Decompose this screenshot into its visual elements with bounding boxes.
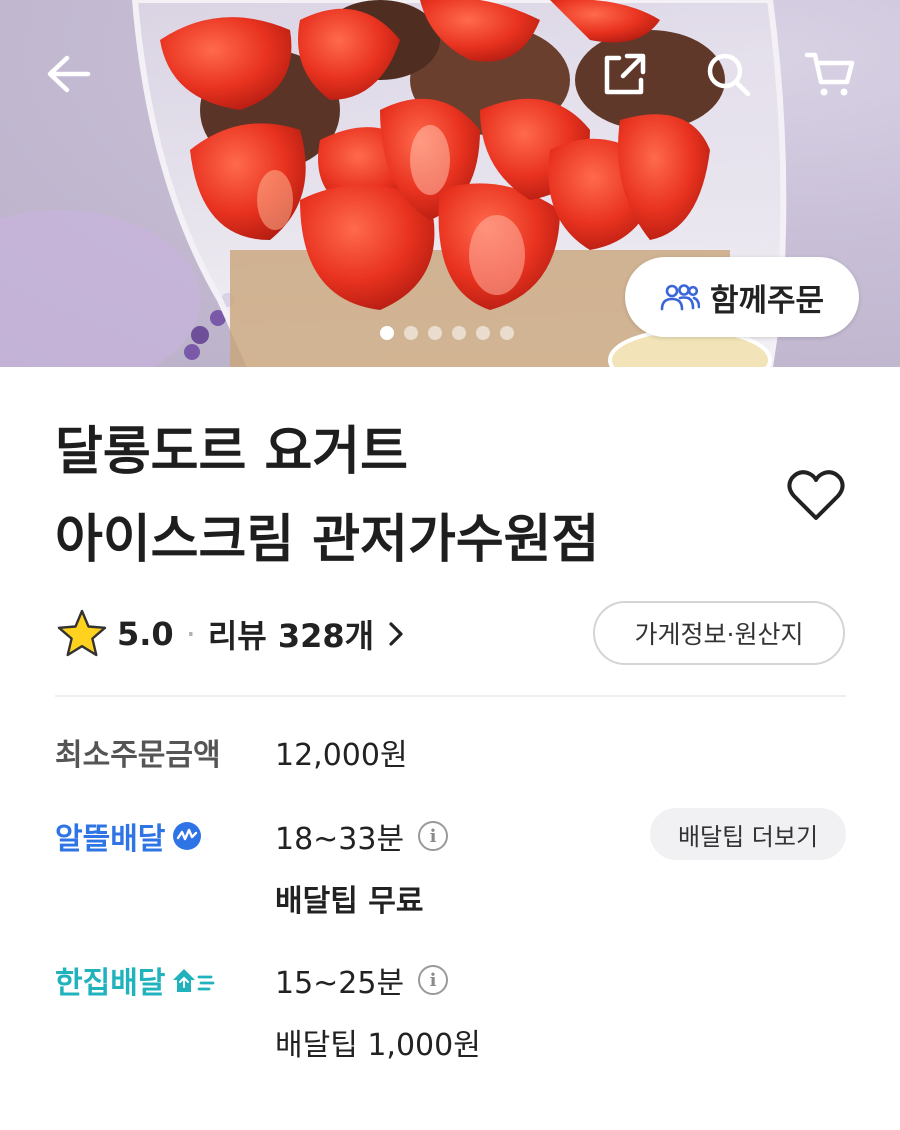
saver-delivery-time-text: 18~33분 [275,822,405,857]
rating-review-link[interactable]: 5.0 · 리뷰 328개 [55,604,404,664]
review-count: 리뷰 328개 [207,617,375,655]
hero-image-carousel[interactable]: 함께주문 [0,0,900,367]
carousel-dot [476,326,490,340]
delivery-tip-more-button[interactable]: 배달팁 더보기 [650,808,846,860]
carousel-dot [380,326,394,340]
single-delivery-tip-text: 배달팁 1,000원 [275,1028,481,1063]
together-order-label: 함께주문 [709,282,825,319]
saver-delivery-tip-text: 배달팁 무료 [275,884,424,919]
min-order-label-text: 최소주문금액 [55,738,221,773]
back-arrow-icon [47,55,91,93]
saver-delivery-label: 알뜰배달 [55,814,203,858]
single-delivery-house-icon [173,969,215,992]
group-people-icon [660,284,700,311]
back-button[interactable] [38,44,98,104]
saver-delivery-time: 18~33분 i [275,814,449,858]
chevron-right-icon [389,622,403,646]
carousel-dot [452,326,466,340]
share-button[interactable] [594,44,654,104]
store-name-line1: 달롱도르 요거트 [55,422,408,482]
search-button[interactable] [698,44,758,104]
min-order-label: 최소주문금액 [55,730,221,774]
cart-icon [804,52,855,96]
info-icon[interactable]: i [418,965,449,995]
min-order-value: 12,000원 [275,730,408,774]
star-icon [57,609,107,657]
together-order-button[interactable]: 함께주문 [625,257,859,337]
divider [55,695,846,697]
search-icon [707,53,751,97]
store-info-origin-button[interactable]: 가게정보·원산지 [593,601,845,665]
saver-delivery-badge-icon [173,822,202,850]
single-delivery-label: 한집배달 [55,958,215,1002]
single-delivery-time: 15~25분 i [275,958,449,1002]
carousel-dot [404,326,418,340]
saver-delivery-label-text: 알뜰배달 [55,822,166,857]
share-icon [604,53,646,95]
carousel-dot [500,326,514,340]
single-delivery-label-text: 한집배달 [55,966,166,1001]
saver-delivery-tip: 배달팁 무료 [275,876,423,920]
single-delivery-time-text: 15~25분 [275,966,405,1001]
carousel-indicator [380,326,514,340]
info-icon[interactable]: i [418,821,449,851]
rating-value: 5.0 [117,615,174,653]
dot-separator: · [185,615,196,653]
single-delivery-tip: 배달팁 1,000원 [275,1020,481,1064]
cart-button[interactable] [800,44,860,104]
store-name-line2: 아이스크림 관저가수원점 [55,510,600,570]
store-name: 달롱도르 요거트 아이스크림 관저가수원점 [55,408,775,584]
heart-icon [787,470,845,520]
favorite-button[interactable] [786,468,846,524]
min-order-value-text: 12,000원 [275,738,408,773]
carousel-dot [428,326,442,340]
